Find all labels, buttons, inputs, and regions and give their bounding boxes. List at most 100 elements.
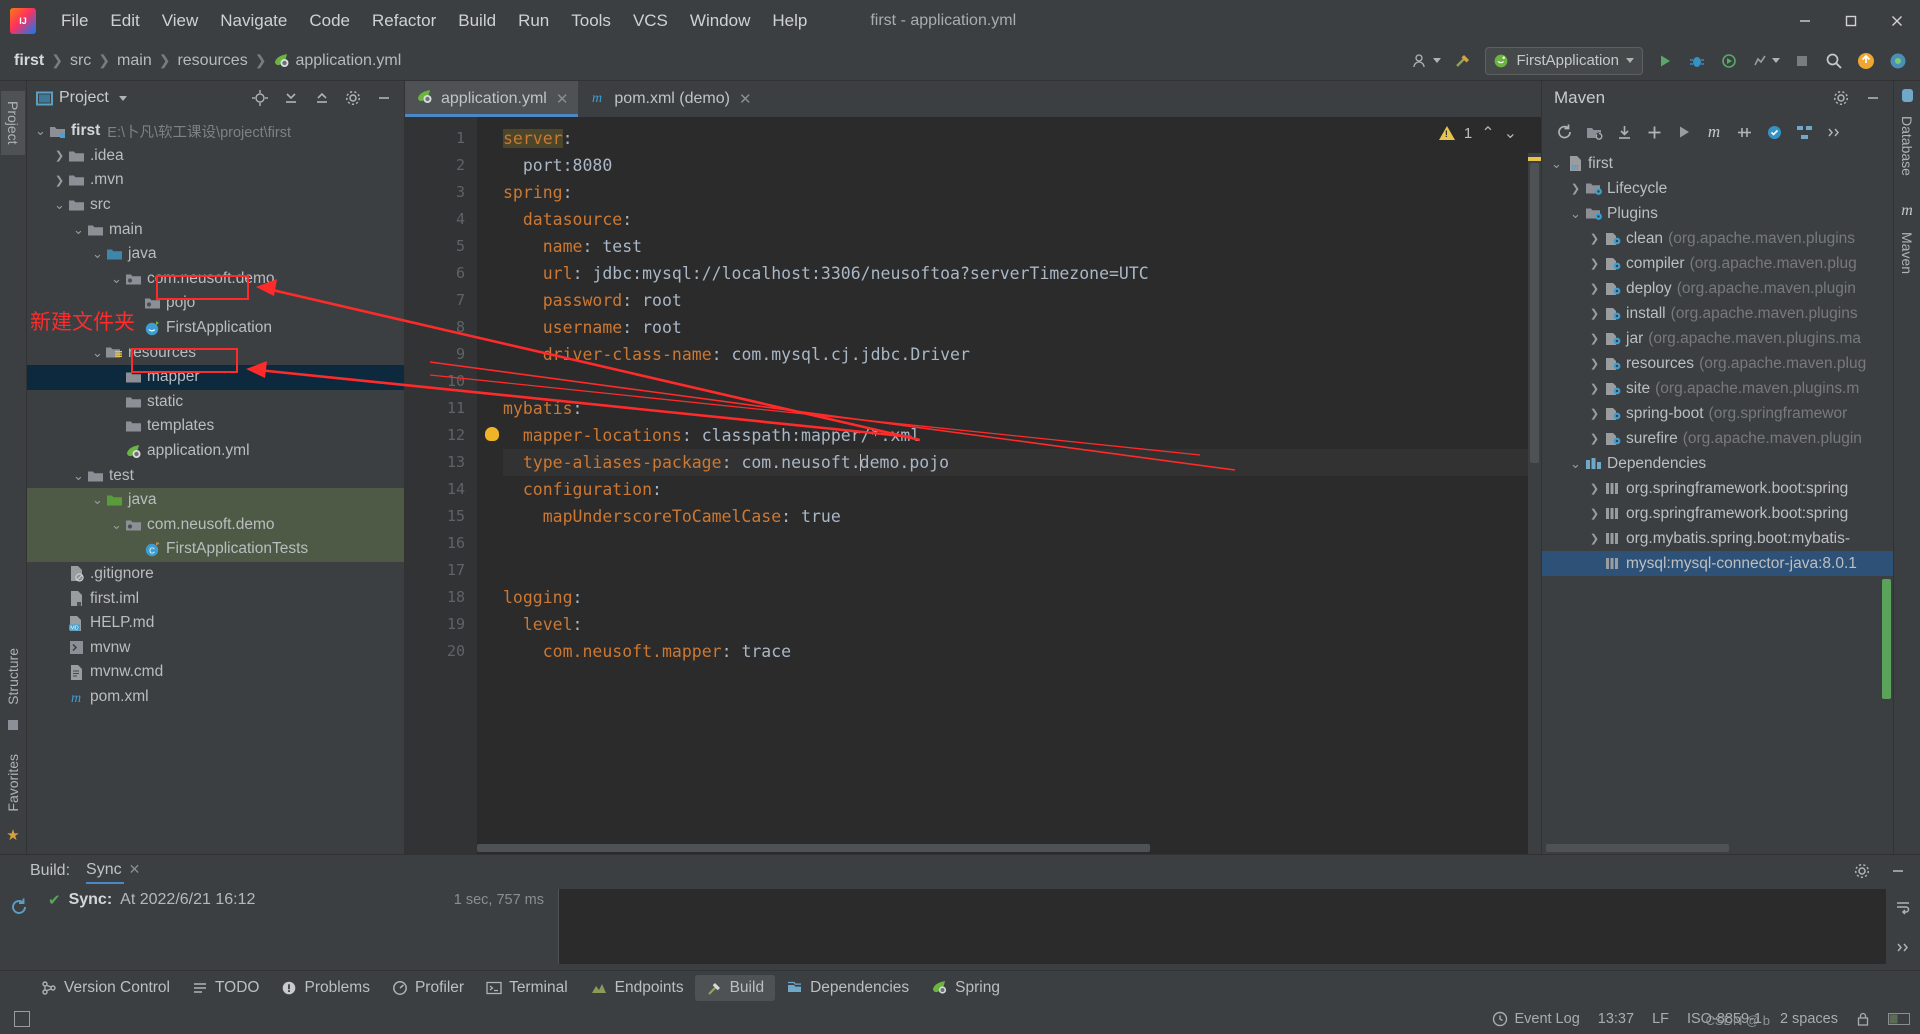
project-tree-item-.gitignore[interactable]: .gitignore — [27, 562, 404, 587]
project-tree-item-first[interactable]: ⌄ first E:\卜凡\软工课设\project\first — [27, 119, 404, 144]
maven-m-icon[interactable]: m — [1700, 119, 1728, 145]
rerun-icon[interactable] — [5, 893, 33, 921]
hide-panel-icon[interactable] — [1859, 84, 1887, 112]
run-configuration-selector[interactable]: FirstApplication — [1485, 46, 1643, 75]
settings-gear-icon[interactable] — [339, 84, 367, 112]
menu-build[interactable]: Build — [447, 7, 507, 35]
chevron-down-icon[interactable]: ⌄ — [52, 197, 67, 213]
tool-tab-structure[interactable]: Structure — [1, 638, 25, 715]
gutter-line-19[interactable]: 19⊟ — [405, 611, 490, 638]
show-diagram-icon[interactable] — [1790, 119, 1818, 145]
code-line-14[interactable]: configuration: — [503, 476, 1541, 503]
gutter-line-17[interactable]: 17 — [405, 557, 477, 584]
maven-tree-item-dependencies[interactable]: ⌄ Dependencies — [1542, 451, 1893, 476]
menu-vcs[interactable]: VCS — [622, 7, 679, 35]
gutter-line-10[interactable]: 10 — [405, 368, 477, 395]
chevron-right-icon[interactable]: ❯ — [1586, 332, 1603, 345]
gutter-line-6[interactable]: 6 — [405, 260, 477, 287]
maven-tree-item-org.springframework.boot-spring[interactable]: ❯ org.springframework.boot:spring — [1542, 476, 1893, 501]
project-tree-item-.mvn[interactable]: ❯ .mvn — [27, 168, 404, 193]
breadcrumb[interactable]: first ❯ src ❯ main ❯ resources ❯ application.yml — [14, 52, 401, 70]
tool-window-button-profiler[interactable]: Profiler — [381, 975, 475, 1001]
gutter-line-5[interactable]: 5 — [405, 233, 477, 260]
close-icon[interactable]: ✕ — [129, 861, 141, 878]
memory-icon[interactable] — [1888, 1013, 1910, 1025]
profiler-icon[interactable] — [1747, 47, 1784, 75]
locate-icon[interactable] — [246, 84, 274, 112]
code-line-5[interactable]: name: test — [503, 233, 1541, 260]
status-line-separator[interactable]: LF — [1652, 1011, 1669, 1027]
maven-tree-item-install[interactable]: ❯ install (org.apache.maven.plugins — [1542, 301, 1893, 326]
build-tab-sync[interactable]: Sync ✕ — [86, 861, 141, 884]
project-tree-item-firstapplicationtests[interactable]: C FirstApplicationTests — [27, 537, 404, 562]
editor-gutter[interactable]: 123⊟4⊟56789⌂1011⊟121314⊟15⌂161718⊟19⊟20⌂ — [405, 117, 490, 854]
project-tree-item-resources[interactable]: ⌄ resources — [27, 340, 404, 365]
project-tree-item-.idea[interactable]: ❯ .idea — [27, 144, 404, 169]
warning-marker[interactable] — [1528, 157, 1541, 161]
code-line-18[interactable]: logging: — [503, 584, 1541, 611]
gutter-line-18[interactable]: 18⊟ — [405, 584, 490, 611]
project-tree[interactable]: ⌄ first E:\卜凡\软工课设\project\first ❯ .idea ❯ .mv… — [27, 115, 404, 854]
skip-tests-icon[interactable] — [1730, 119, 1758, 145]
menu-tools[interactable]: Tools — [560, 7, 622, 35]
status-indent[interactable]: 2 spaces — [1780, 1011, 1838, 1027]
settings-gear-icon[interactable] — [1827, 84, 1855, 112]
lock-icon[interactable] — [1856, 1011, 1870, 1027]
project-tree-item-com.neusoft.demo[interactable]: ⌄ com.neusoft.demo — [27, 512, 404, 538]
event-log-button[interactable]: Event Log — [1492, 1011, 1580, 1027]
chevron-down-icon[interactable]: ⌄ — [90, 345, 105, 361]
breadcrumb-item-first[interactable]: first — [14, 52, 44, 70]
gutter-line-2[interactable]: 2 — [405, 152, 477, 179]
project-tree-item-test[interactable]: ⌄ test — [27, 463, 404, 488]
breadcrumb-item-resources[interactable]: resources — [177, 52, 247, 70]
search-icon[interactable] — [1820, 47, 1848, 75]
code-line-1[interactable]: server: — [503, 125, 1541, 152]
menu-refactor[interactable]: Refactor — [361, 7, 447, 35]
maven-tree-item-deploy[interactable]: ❯ deploy (org.apache.maven.plugin — [1542, 276, 1893, 301]
close-icon[interactable] — [1874, 0, 1920, 41]
add-maven-project-icon[interactable] — [1580, 119, 1608, 145]
code-line-16[interactable] — [503, 530, 1541, 557]
chevron-down-icon[interactable]: ⌄ — [1548, 156, 1565, 172]
menu-window[interactable]: Window — [679, 7, 761, 35]
project-tree-item-static[interactable]: static — [27, 390, 404, 415]
build-sync-row[interactable]: ✔ Sync: At 2022/6/21 16:12 1 sec, 757 ms — [38, 891, 558, 909]
tool-window-button-endpoints[interactable]: Endpoints — [579, 975, 695, 1001]
maven-tree-item-org.springframework.boot-spring[interactable]: ❯ org.springframework.boot:spring — [1542, 501, 1893, 526]
code-line-4[interactable]: datasource: — [503, 206, 1541, 233]
tool-window-button-problems[interactable]: Problems — [270, 975, 380, 1001]
gutter-line-4[interactable]: 4⊟ — [405, 206, 490, 233]
editor-horizontal-scrollbar[interactable] — [477, 842, 1528, 854]
chevron-right-icon[interactable]: ❯ — [52, 149, 67, 162]
download-sources-icon[interactable] — [1610, 119, 1638, 145]
wrap-text-icon[interactable] — [1889, 893, 1917, 921]
editor-scrollbar[interactable] — [1528, 153, 1541, 854]
project-tree-item-first.iml[interactable]: first.iml — [27, 586, 404, 611]
chevron-right-icon[interactable]: ❯ — [1586, 257, 1603, 270]
code-line-15[interactable]: mapUnderscoreToCamelCase: true — [503, 503, 1541, 530]
maven-tree-item-jar[interactable]: ❯ jar (org.apache.maven.plugins.ma — [1542, 326, 1893, 351]
editor-code[interactable]: server: port:8080 spring: datasource: nam… — [477, 117, 1541, 854]
menu-run[interactable]: Run — [507, 7, 560, 35]
add-icon[interactable] — [1640, 119, 1668, 145]
maven-tree-item-compiler[interactable]: ❯ compiler (org.apache.maven.plug — [1542, 251, 1893, 276]
maven-tree-item-site[interactable]: ❯ site (org.apache.maven.plugins.m — [1542, 376, 1893, 401]
menu-navigate[interactable]: Navigate — [209, 7, 298, 35]
minimize-icon[interactable] — [1782, 0, 1828, 41]
chevron-right-icon[interactable]: ❯ — [1586, 482, 1603, 495]
maven-tree-item-first[interactable]: ⌄ m first — [1542, 151, 1893, 176]
project-tree-item-src[interactable]: ⌄ src — [27, 193, 404, 218]
editor-tab-application.yml[interactable]: application.yml ✕ — [405, 81, 579, 117]
maven-tree-item-surefire[interactable]: ❯ surefire (org.apache.maven.plugin — [1542, 426, 1893, 451]
project-tree-item-com.neusoft.demo[interactable]: ⌄ com.neusoft.demo — [27, 267, 404, 292]
gutter-line-7[interactable]: 7 — [405, 287, 477, 314]
tool-tab-maven[interactable]: Maven — [1895, 222, 1919, 284]
code-line-6[interactable]: url: jdbc:mysql://localhost:3306/neusoft… — [503, 260, 1541, 287]
breadcrumb-item-application-yml[interactable]: application.yml — [273, 52, 401, 70]
gutter-line-15[interactable]: 15⌂ — [405, 503, 490, 530]
menu-edit[interactable]: Edit — [99, 7, 150, 35]
code-line-2[interactable]: port:8080 — [503, 152, 1541, 179]
code-line-11[interactable]: mybatis: — [503, 395, 1541, 422]
maven-tree-item-mysql-mysql-connector-java-8.0.1[interactable]: mysql:mysql-connector-java:8.0.1 — [1542, 551, 1893, 576]
gutter-line-8[interactable]: 8 — [405, 314, 477, 341]
